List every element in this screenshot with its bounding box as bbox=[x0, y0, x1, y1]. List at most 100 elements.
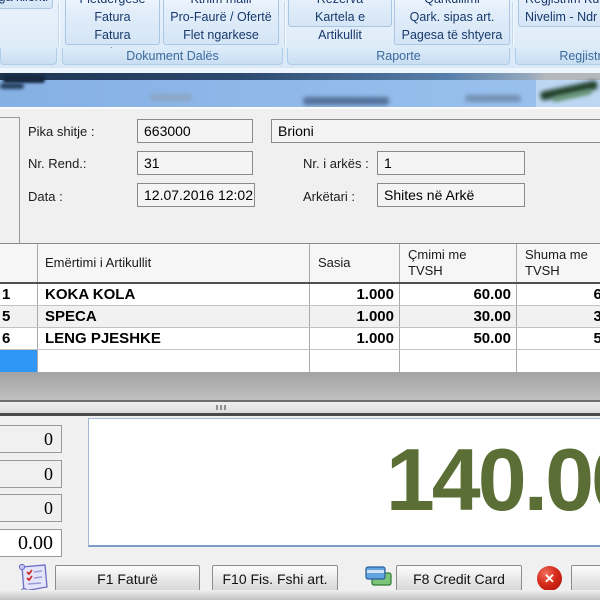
splitter-bar[interactable] bbox=[0, 402, 600, 413]
name-header: Emërtimi i Artikullit bbox=[38, 244, 310, 282]
blurred-text bbox=[303, 97, 389, 105]
ribbon-button-line: Rezerva bbox=[293, 0, 387, 8]
ribbon-button-line: Regjistrim Ku bbox=[525, 0, 600, 8]
f1-fature-button[interactable]: F1 Faturë bbox=[55, 565, 200, 593]
ribbon-button-kartela[interactable]: Rezerva Kartela e Artikullit bbox=[288, 0, 392, 27]
title-bar bbox=[0, 73, 600, 80]
ribbon-button-line: Kthim malli bbox=[168, 0, 274, 8]
ribbon-separator bbox=[284, 2, 286, 46]
ribbon-group-text: Regjistr bbox=[559, 49, 600, 63]
pika-shitje-name-field[interactable]: Brioni bbox=[271, 119, 600, 143]
ribbon-button-line: Qark. sipas art. bbox=[399, 8, 505, 26]
row-number-header bbox=[0, 244, 38, 282]
counter-box-3: 0 bbox=[0, 494, 62, 522]
row-number: 1 bbox=[0, 284, 38, 305]
pos-window: ga klienti Fletdërgese Fatura Fatura Dev… bbox=[0, 0, 600, 600]
empty-cell bbox=[400, 350, 517, 372]
ribbon-button-line: Kartela e Artikullit bbox=[293, 8, 387, 44]
arketari-field[interactable]: Shites në Arkë bbox=[377, 183, 525, 207]
f8-credit-card-button[interactable]: F8 Credit Card bbox=[396, 565, 522, 593]
article-sum: 50.00 bbox=[517, 328, 600, 349]
nr-arke-label: Nr. i arkës : bbox=[303, 156, 369, 171]
sum-header: Shuma me TVSH bbox=[517, 244, 600, 282]
panel-bottom-edge bbox=[0, 590, 600, 600]
ribbon-button-line: ga klienti bbox=[0, 0, 48, 6]
blurred-text bbox=[150, 94, 192, 101]
selected-row-indicator bbox=[0, 350, 38, 372]
ribbon-group-dokument-dales: Dokument Dalës bbox=[62, 48, 283, 65]
blurred-text bbox=[3, 75, 45, 83]
data-label: Data : bbox=[28, 189, 63, 204]
qty-header: Sasia bbox=[310, 244, 400, 282]
table-row[interactable]: 6 LENG PJESHKE 1.000 50.00 50.00 bbox=[0, 328, 600, 350]
blurred-text bbox=[0, 83, 24, 89]
credit-card-icon[interactable] bbox=[365, 564, 393, 593]
close-icon[interactable]: ✕ bbox=[537, 566, 562, 591]
empty-cell bbox=[38, 350, 310, 372]
header-line: TVSH bbox=[408, 263, 511, 279]
pika-shitje-code-field[interactable]: 663000 bbox=[137, 119, 253, 143]
nr-rend-field[interactable]: 31 bbox=[137, 151, 253, 175]
article-sum: 60.00 bbox=[517, 284, 600, 305]
article-qty: 1.000 bbox=[310, 328, 400, 349]
nr-arke-field[interactable]: 1 bbox=[377, 151, 525, 175]
f10-fshi-art-button[interactable]: F10 Fis. Fshi art. bbox=[212, 565, 338, 593]
article-name: SPECA bbox=[38, 306, 310, 327]
table-row[interactable]: 1 KOKA KOLA 1.000 60.00 60.00 bbox=[0, 284, 600, 306]
ribbon-button-line: Nivelim - Ndr bbox=[525, 8, 600, 26]
ribbon-button-fatura[interactable]: Fletdërgese Fatura Fatura Devizore bbox=[65, 0, 160, 45]
header-line: Shuma me bbox=[525, 247, 600, 263]
article-name: LENG PJESHKE bbox=[38, 328, 310, 349]
document-header-bar bbox=[0, 80, 600, 107]
ribbon-separator bbox=[512, 2, 514, 46]
empty-cell bbox=[517, 350, 600, 372]
ribbon-group-label bbox=[0, 48, 57, 65]
ribbon-group-text: Dokument Dalës bbox=[126, 49, 218, 63]
ribbon-button-qarkullimi[interactable]: Qarkullimi Qark. sipas art. Pagesa të sh… bbox=[394, 0, 510, 45]
splitter-handle[interactable] bbox=[216, 405, 226, 410]
nr-rend-label: Nr. Rend.: bbox=[28, 156, 87, 171]
ribbon-button-line: Pagesa të shtyera bbox=[399, 26, 505, 44]
table-row[interactable]: 5 SPECA 1.000 30.00 30.00 bbox=[0, 306, 600, 328]
ribbon-group-raporte: Raporte bbox=[287, 48, 510, 65]
article-price: 30.00 bbox=[400, 306, 517, 327]
article-sum: 30.00 bbox=[517, 306, 600, 327]
ribbon-toolbar: ga klienti Fletdërgese Fatura Fatura Dev… bbox=[0, 0, 600, 68]
row-number: 5 bbox=[0, 306, 38, 327]
ribbon-button-line: Pro-Faurë / Ofertë bbox=[168, 8, 274, 26]
ribbon-button-line: Fletdërgese bbox=[70, 0, 155, 8]
ribbon-separator bbox=[58, 2, 60, 46]
ribbon-group-regjistr: Regjistr bbox=[515, 48, 600, 65]
groupbox-edge bbox=[0, 117, 19, 118]
new-entry-row[interactable] bbox=[0, 350, 600, 373]
ribbon-button-oferte[interactable]: Kthim malli Pro-Faurë / Ofertë Flet ngar… bbox=[163, 0, 279, 45]
header-line: TVSH bbox=[525, 263, 600, 279]
table-background bbox=[0, 372, 600, 400]
data-field[interactable]: 12.07.2016 12:02 bbox=[137, 183, 255, 207]
groupbox-edge bbox=[19, 117, 20, 243]
articles-table: Emërtimi i Artikullit Sasia Çmimi me TVS… bbox=[0, 243, 600, 373]
row-number: 6 bbox=[0, 328, 38, 349]
article-qty: 1.000 bbox=[310, 306, 400, 327]
ribbon-button-line: Flet ngarkese bbox=[168, 26, 274, 44]
table-header-row: Emërtimi i Artikullit Sasia Çmimi me TVS… bbox=[0, 244, 600, 284]
divider bbox=[0, 107, 600, 109]
arketari-label: Arkëtari : bbox=[303, 189, 355, 204]
counter-box-2: 0 bbox=[0, 460, 62, 488]
amount-box: 0.00 bbox=[0, 529, 62, 557]
ribbon-button-nivelim[interactable]: Regjistrim Ku Nivelim - Ndr bbox=[518, 0, 600, 27]
pika-shitje-label: Pika shitje : bbox=[28, 124, 94, 139]
splitter-edge bbox=[0, 413, 600, 416]
price-header: Çmimi me TVSH bbox=[400, 244, 517, 282]
ribbon-button-client-payment[interactable]: ga klienti bbox=[0, 0, 53, 9]
partial-button[interactable] bbox=[571, 565, 600, 593]
grand-total-display: 140.00 bbox=[88, 418, 600, 547]
counter-box-1: 0 bbox=[0, 425, 62, 453]
blurred-text bbox=[465, 95, 521, 102]
ribbon-button-line: Fatura bbox=[70, 8, 155, 26]
empty-cell bbox=[310, 350, 400, 372]
ribbon-button-line: Qarkullimi bbox=[399, 0, 505, 8]
article-name: KOKA KOLA bbox=[38, 284, 310, 305]
article-price: 50.00 bbox=[400, 328, 517, 349]
article-qty: 1.000 bbox=[310, 284, 400, 305]
